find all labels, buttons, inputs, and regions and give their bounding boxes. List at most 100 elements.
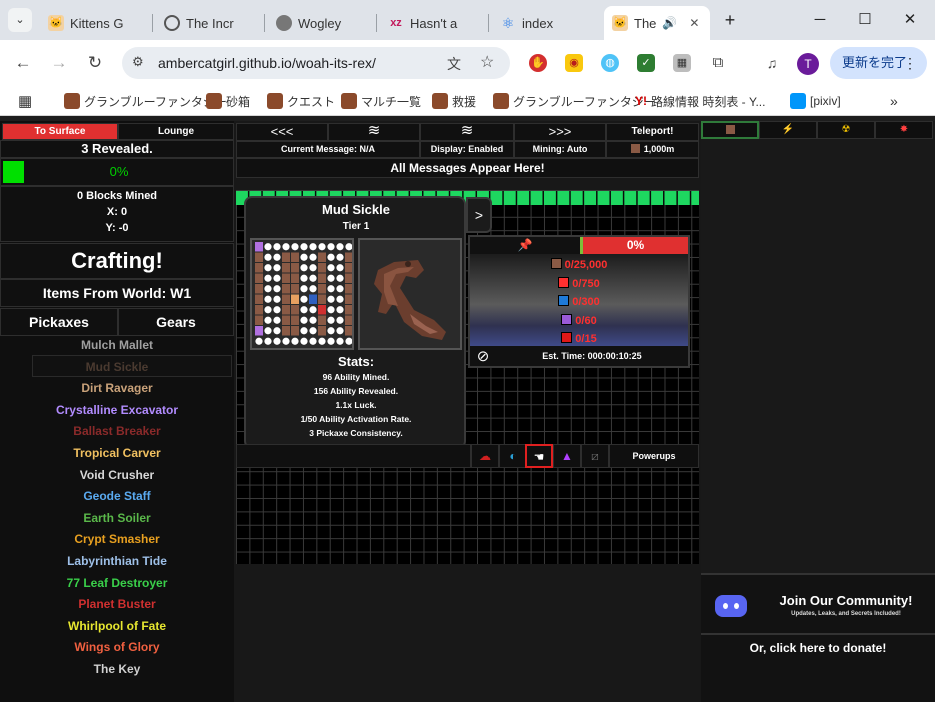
pickaxe-item[interactable]: Labyrinthian Tide xyxy=(0,554,234,568)
address-bar[interactable]: ⚙ ambercatgirl.github.io/woah-its-rex/ 文… xyxy=(122,47,510,79)
community-title[interactable]: Join Our Community! xyxy=(761,593,931,608)
browser-tab-incremental[interactable]: The Incr xyxy=(156,6,264,40)
move-up-button[interactable]: ≋ xyxy=(420,123,514,141)
pickaxe-item[interactable]: Wings of Glory xyxy=(0,640,234,654)
bookmark-item[interactable]: 救援 xyxy=(432,92,476,110)
back-button[interactable]: ← xyxy=(10,50,36,76)
bandage-powerup-icon[interactable]: ⧄ xyxy=(581,444,609,468)
forward-button[interactable]: → xyxy=(46,50,72,76)
bookmark-item[interactable]: マルチ一覧 xyxy=(341,92,421,110)
ore-count: 0/25,000 xyxy=(564,259,608,271)
dirt-block-icon xyxy=(725,125,735,134)
new-tab-button[interactable]: + xyxy=(715,8,745,32)
popup-tier: Tier 1 xyxy=(342,221,370,232)
ore-swatch-icon xyxy=(558,276,570,288)
pickaxe-item[interactable]: Void Crusher xyxy=(0,468,234,482)
popup-next-button[interactable]: > xyxy=(466,197,492,233)
extensions-puzzle-icon[interactable]: ⧉ xyxy=(709,54,727,72)
bookmark-star-icon[interactable]: ☆ xyxy=(480,52,494,72)
close-window-button[interactable]: ✕ xyxy=(895,8,925,32)
site-info-icon[interactable]: ⚙ xyxy=(132,54,144,70)
pickaxe-item[interactable]: Earth Soiler xyxy=(0,511,234,525)
cloud-powerup-icon[interactable]: ☁ xyxy=(471,444,499,468)
pickaxe-item[interactable]: Crypt Smasher xyxy=(0,532,234,546)
media-control-icon[interactable]: ♫ xyxy=(763,54,781,72)
checkmark-extension-icon[interactable]: ✓ xyxy=(637,54,655,72)
pickaxe-item[interactable]: Tropical Carver xyxy=(0,446,234,460)
extension-icon[interactable]: ◉ xyxy=(565,54,583,72)
adblock-extension-icon[interactable]: ✋ xyxy=(529,54,547,72)
witch-hat-powerup-icon[interactable]: ▲ xyxy=(553,444,581,468)
minimize-button[interactable]: ─ xyxy=(805,8,835,32)
pickaxe-item[interactable]: Crystalline Excavator xyxy=(0,403,234,417)
crafting-title[interactable]: Crafting! xyxy=(0,243,234,279)
pickaxe-item[interactable]: Whirlpool of Fate xyxy=(0,619,234,633)
extension-icon[interactable]: ◍ xyxy=(601,54,619,72)
bookmark-item[interactable]: グランブルーファンタジー xyxy=(493,92,656,110)
spark-tab[interactable]: ✸ xyxy=(875,121,933,139)
orb-powerup-icon[interactable]: ◐ xyxy=(499,444,527,468)
yahoo-icon: Y! xyxy=(635,94,647,108)
depth-selector[interactable]: 1,000m xyxy=(606,141,699,158)
url-text[interactable]: ambercatgirl.github.io/woah-its-rex/ xyxy=(158,55,376,71)
gears-tab[interactable]: Gears xyxy=(118,308,234,336)
ore-swatch-icon xyxy=(558,295,570,306)
pickaxe-item[interactable]: Ballast Breaker xyxy=(0,424,234,438)
browser-tab-index[interactable]: ⚛ index xyxy=(492,6,600,40)
translate-icon[interactable]: 文 xyxy=(447,54,461,74)
reload-button[interactable]: ↻ xyxy=(82,50,108,76)
stat-activation-rate: 1/50 Ability Activation Rate. xyxy=(300,414,412,424)
browser-tab-active[interactable]: 🐱 The 🔊 ✕ xyxy=(604,6,710,40)
game-favicon-icon xyxy=(432,93,448,109)
close-tab-icon[interactable]: ✕ xyxy=(689,16,699,30)
browser-tab-kittens[interactable]: 🐱 Kittens G xyxy=(40,6,152,40)
lounge-button[interactable]: Lounge xyxy=(118,123,234,140)
powerups-button[interactable]: Powerups xyxy=(609,444,699,468)
pickaxe-item[interactable]: Dirt Ravager xyxy=(0,381,234,395)
bookmark-item[interactable]: [pixiv] xyxy=(790,92,841,110)
inventory-tab[interactable] xyxy=(701,121,759,139)
move-right-button[interactable]: >>> xyxy=(514,123,606,141)
lightning-tab[interactable]: ⚡ xyxy=(759,121,817,139)
audio-playing-icon[interactable]: 🔊 xyxy=(662,16,677,30)
browser-tab-wogley[interactable]: Wogley xyxy=(268,6,376,40)
bookmarks-bar: ▦ グランブルーファンタジー 砂箱 クエスト マルチ一覧 救援 グランブルーファ… xyxy=(0,86,935,116)
more-bookmarks-button[interactable]: » xyxy=(890,92,898,110)
pickaxe-item[interactable]: Geode Staff xyxy=(0,489,234,503)
donate-link[interactable]: Or, click here to donate! xyxy=(701,641,935,655)
items-from-world[interactable]: Items From World: W1 xyxy=(0,279,234,307)
pickaxe-item[interactable]: Mud Sickle xyxy=(0,360,234,374)
bookmark-item[interactable]: Y! 路線情報 時刻表 - Y... xyxy=(635,92,765,110)
teleport-button[interactable]: Teleport! xyxy=(606,123,699,141)
profile-avatar[interactable]: T xyxy=(797,53,819,75)
update-button[interactable]: 更新を完了 ⋮ xyxy=(830,47,927,79)
more-menu-icon[interactable]: ⋮ xyxy=(903,47,917,79)
pin-icon[interactable]: 📌 xyxy=(470,237,580,254)
pickaxe-item[interactable]: Mulch Mallet xyxy=(0,338,234,352)
tab-search-button[interactable]: ⌄ xyxy=(8,8,32,32)
react-icon: ⚛ xyxy=(501,15,515,31)
bookmark-item[interactable]: クエスト xyxy=(267,92,335,110)
bookmark-item[interactable]: 砂箱 xyxy=(206,92,250,110)
pointer-powerup-icon[interactable]: ☚ xyxy=(525,444,553,468)
move-down-button[interactable]: ≋ xyxy=(328,123,420,141)
maximize-button[interactable]: ☐ xyxy=(850,8,880,32)
extension-icon[interactable]: ▦ xyxy=(673,54,691,72)
pickaxe-item[interactable]: 77 Leaf Destroyer xyxy=(0,576,234,590)
radiation-tab[interactable]: ☢ xyxy=(817,121,875,139)
pickaxes-tab[interactable]: Pickaxes xyxy=(0,308,118,336)
bookmark-item[interactable]: グランブルーファンタジー xyxy=(64,92,227,110)
mining-toggle[interactable]: Mining: Auto xyxy=(514,141,606,158)
display-toggle[interactable]: Display: Enabled xyxy=(420,141,514,158)
apps-grid-icon[interactable]: ▦ xyxy=(18,92,32,110)
hide-eye-icon[interactable]: ⊘ xyxy=(470,347,496,366)
pickaxe-item[interactable]: The Key xyxy=(0,662,234,676)
tab-separator xyxy=(264,14,265,32)
ore-row: 0/15 xyxy=(470,332,688,345)
to-surface-button[interactable]: To Surface xyxy=(2,123,118,140)
discord-icon[interactable] xyxy=(715,595,747,617)
browser-tab-hasnt[interactable]: xz Hasn't a xyxy=(380,6,488,40)
move-left-button[interactable]: <<< xyxy=(236,123,328,141)
pickaxe-item[interactable]: Planet Buster xyxy=(0,597,234,611)
bookmark-label: 砂箱 xyxy=(226,94,251,109)
